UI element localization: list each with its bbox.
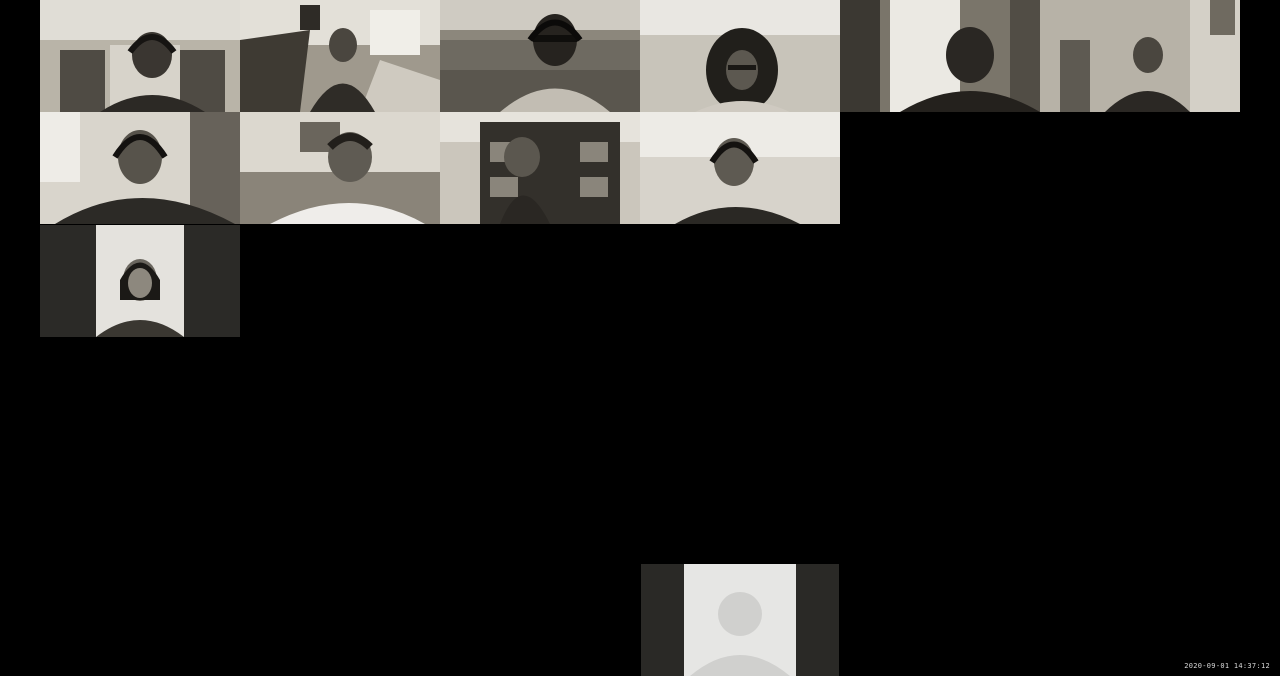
participant-video-tile[interactable] [40, 0, 240, 112]
participant-video-tile[interactable] [240, 0, 440, 112]
participant-video-feed [440, 112, 640, 224]
participant-video-feed [40, 225, 240, 337]
participant-video-tile[interactable] [640, 112, 840, 224]
participant-video-tile[interactable] [440, 0, 640, 112]
participant-video-feed [640, 0, 840, 112]
participant-video-feed [40, 0, 240, 112]
participant-video-tile[interactable] [40, 112, 240, 224]
participant-video-feed [240, 112, 440, 224]
participant-video-tile[interactable] [840, 0, 1040, 112]
meeting-gallery-view: 2020-09-01 14:37:12 [0, 0, 1280, 676]
self-view-tile[interactable] [641, 564, 839, 676]
participant-video-tile[interactable] [640, 0, 840, 112]
participant-video-feed [1040, 0, 1240, 112]
participant-video-feed [240, 0, 440, 112]
recording-timestamp: 2020-09-01 14:37:12 [1184, 662, 1270, 670]
participant-video-feed [640, 112, 840, 224]
participant-video-feed [440, 0, 640, 112]
participant-video-tile[interactable] [40, 225, 240, 337]
person-placeholder-icon [641, 564, 839, 676]
participant-video-tile[interactable] [240, 112, 440, 224]
participant-video-tile[interactable] [440, 112, 640, 224]
participant-video-feed [840, 0, 1040, 112]
participant-video-tile[interactable] [1040, 0, 1240, 112]
participant-video-feed [40, 112, 240, 224]
